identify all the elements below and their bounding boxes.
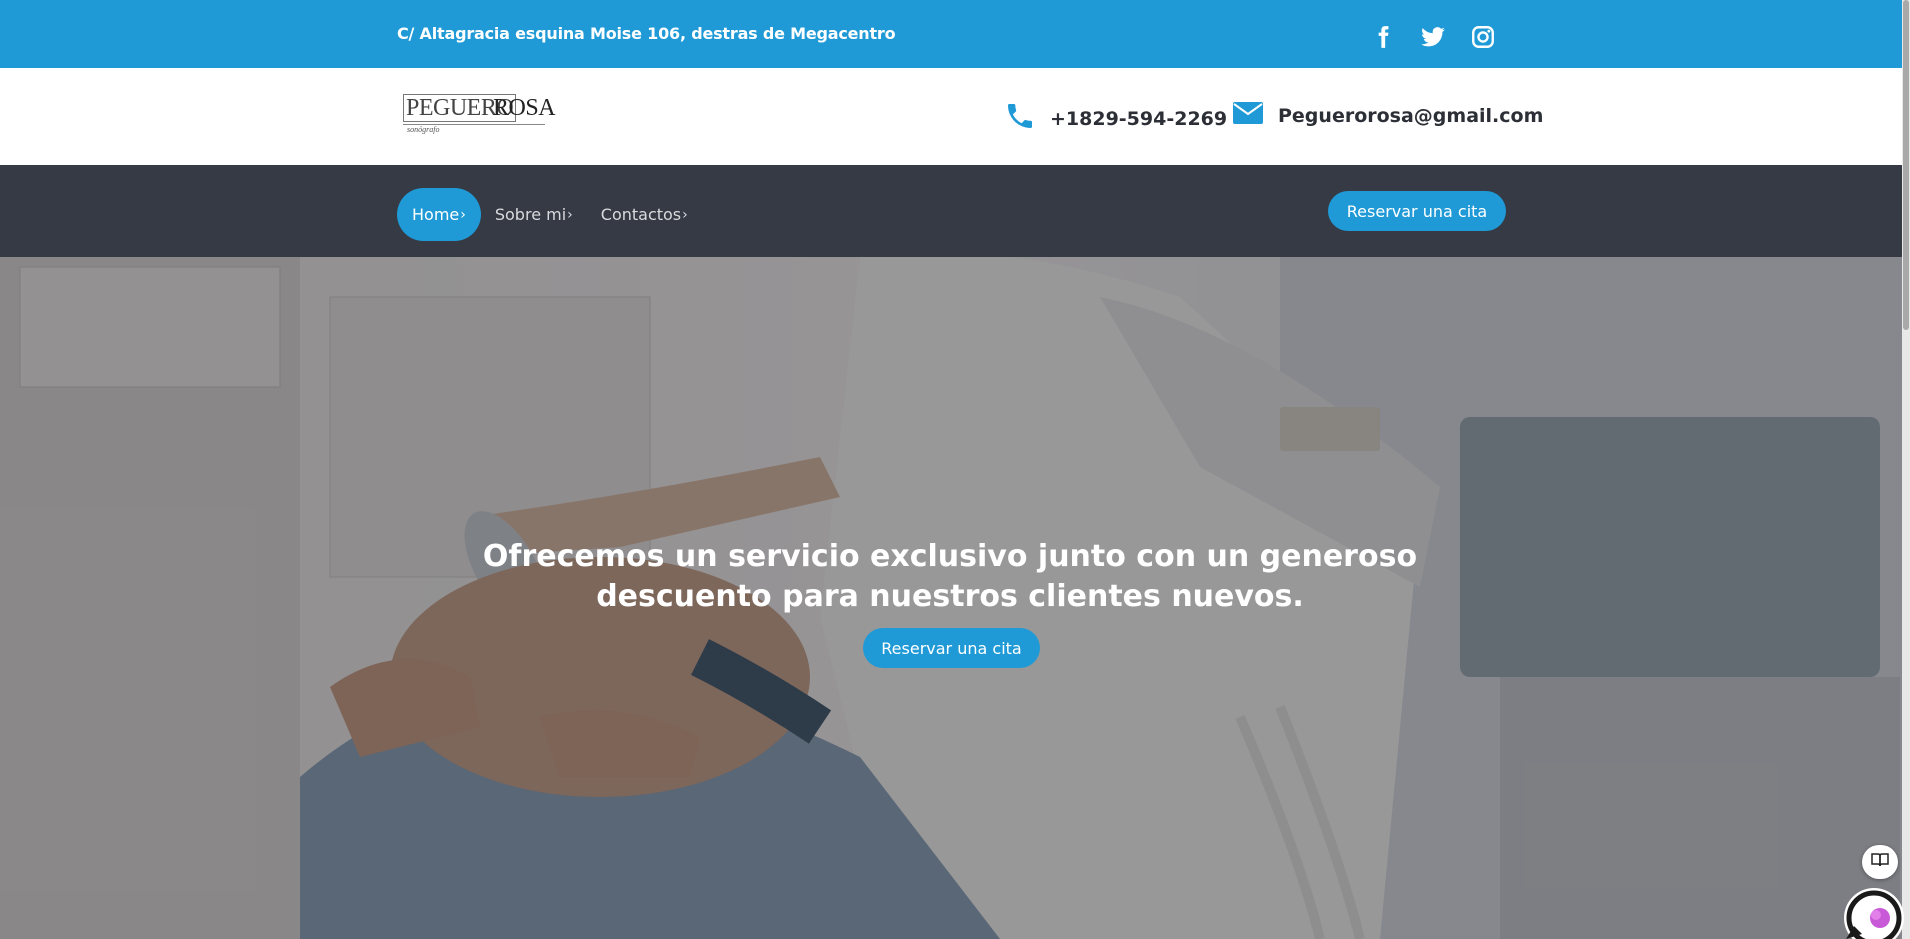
phone-number: +1829-594-2269 <box>1050 107 1228 130</box>
hero-headline: Ofrecemos un servicio exclusivo junto co… <box>482 539 1418 614</box>
nav-item-label: Home <box>412 205 460 224</box>
phone-contact[interactable]: +1829-594-2269 <box>1004 100 1227 137</box>
page-scrollbar[interactable] <box>1902 0 1910 939</box>
nav-item-sobre-mi[interactable]: Sobre mi › <box>481 188 587 241</box>
nav-item-home[interactable]: Home › <box>397 188 481 241</box>
hero-book-appointment-button[interactable]: Reservar una cita <box>863 628 1040 668</box>
twitter-icon[interactable] <box>1420 24 1446 50</box>
social-links <box>1370 24 1496 50</box>
brand-bar: PEGUERO ROSA sonógrafo +1829-594-2269 Pe… <box>0 68 1910 165</box>
nav-item-label: Contactos <box>600 205 682 224</box>
chevron-right-icon: › <box>567 206 573 223</box>
chevron-right-icon: › <box>460 206 466 223</box>
nav-item-contactos[interactable]: Contactos › <box>587 188 702 241</box>
address-text: C/ Altagracia esquina Moise 106, destras… <box>397 24 896 43</box>
facebook-icon[interactable] <box>1370 24 1396 50</box>
reader-widget-button[interactable] <box>1862 845 1898 879</box>
book-icon <box>1871 852 1889 873</box>
chat-bubble-icon <box>1844 888 1904 939</box>
instagram-icon[interactable] <box>1470 24 1496 50</box>
email-address: Peguerorosa@gmail.com <box>1278 104 1544 127</box>
scrollbar-thumb[interactable] <box>1903 0 1909 330</box>
nav-menu: Home › Sobre mi › Contactos › <box>397 188 702 241</box>
nav-item-label: Sobre mi <box>494 205 567 224</box>
top-info-bar: C/ Altagracia esquina Moise 106, destras… <box>0 0 1910 68</box>
book-appointment-button[interactable]: Reservar una cita <box>1328 191 1506 231</box>
logo-word-2: ROSA <box>493 95 556 121</box>
phone-icon <box>1004 100 1036 137</box>
logo-tagline: sonógrafo <box>407 125 440 134</box>
hero-section: Ofrecemos un servicio exclusivo junto co… <box>0 257 1910 939</box>
logo[interactable]: PEGUERO ROSA sonógrafo <box>403 94 556 140</box>
envelope-icon <box>1232 100 1264 131</box>
chevron-right-icon: › <box>682 206 688 223</box>
main-navbar: Home › Sobre mi › Contactos › Reservar u… <box>0 165 1910 257</box>
chat-widget-button[interactable] <box>1838 882 1904 939</box>
email-contact[interactable]: Peguerorosa@gmail.com <box>1232 100 1543 131</box>
